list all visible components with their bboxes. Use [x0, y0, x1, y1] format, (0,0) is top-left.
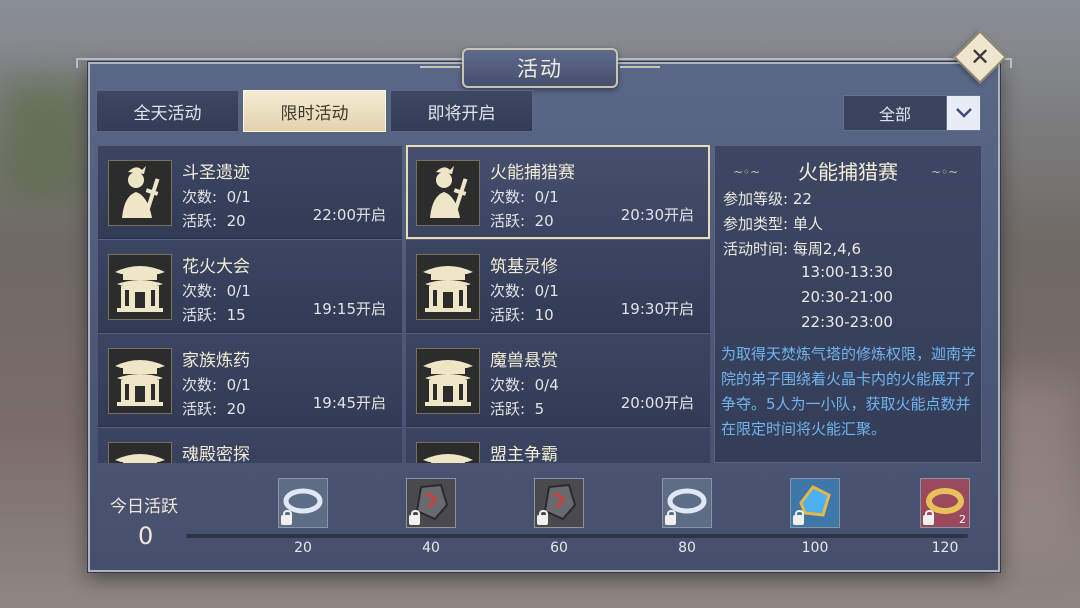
milestone-value: 20	[294, 540, 312, 556]
lock-icon	[409, 510, 420, 525]
pagoda-icon	[416, 442, 480, 463]
activity-list[interactable]: 斗圣遗迹次数: 0/1 活跃: 20 22:00开启 火能捕猎赛次数: 0/1 活跃: …	[98, 145, 710, 463]
lock-icon	[281, 510, 292, 525]
activity-points: 活跃: 20	[490, 212, 554, 230]
lock-icon	[923, 510, 934, 525]
reward-chest[interactable]	[790, 478, 840, 528]
pagoda-icon	[108, 442, 172, 463]
activity-card[interactable]: 斗圣遗迹次数: 0/1 活跃: 20 22:00开启	[98, 145, 402, 239]
milestone-value: 120	[931, 540, 959, 556]
activity-card[interactable]: 花火大会次数: 0/1 活跃: 15 19:15开启	[98, 239, 402, 333]
activity-points: 活跃: 10	[490, 306, 554, 324]
detail-time-slot: 20:30-21:00	[801, 288, 893, 306]
lock-icon	[537, 510, 548, 525]
milestone-value: 100	[801, 540, 829, 556]
title-ornament-left	[420, 66, 460, 68]
activity-count: 次数: 0/1	[490, 282, 559, 300]
activity-name: 斗圣遗迹	[182, 163, 250, 183]
reward-chest[interactable]: 2	[920, 478, 970, 528]
detail-schedule: 活动时间: 每周2,4,6	[723, 240, 862, 258]
activity-card[interactable]: 家族炼药次数: 0/1 活跃: 20 19:45开启	[98, 333, 402, 427]
activity-progress-bar	[186, 534, 968, 538]
activity-start-time: 19:45开启	[312, 394, 386, 412]
activity-name: 火能捕猎赛	[490, 163, 575, 183]
milestone-value: 60	[550, 540, 568, 556]
pagoda-icon	[108, 348, 172, 414]
activity-name: 盟主争霸	[490, 445, 558, 463]
today-activity-value: 0	[138, 522, 154, 550]
activity-start-time: 20:30开启	[620, 206, 694, 224]
pagoda-icon	[108, 254, 172, 320]
detail-time-slot: 22:30-23:00	[801, 313, 893, 331]
lock-icon	[793, 510, 804, 525]
background-foliage	[0, 80, 90, 200]
detail-type: 参加类型: 单人	[723, 215, 823, 233]
activity-count: 次数: 0/1	[182, 282, 251, 300]
activity-points: 活跃: 20	[182, 400, 246, 418]
activity-points: 活跃: 20	[182, 212, 246, 230]
activity-count: 次数: 0/1	[490, 188, 559, 206]
reward-chest[interactable]	[406, 478, 456, 528]
activity-start-time: 19:30开启	[620, 300, 694, 318]
activity-name: 魔兽悬赏	[490, 351, 558, 371]
reward-count: 2	[959, 513, 966, 526]
detail-description: 为取得天焚炼气塔的修炼权限，迦南学院的弟子围绕着火晶卡内的火能展开了争夺。5人为…	[721, 345, 977, 438]
activity-start-time: 22:00开启	[312, 206, 386, 224]
detail-level: 参加等级: 22	[723, 190, 812, 208]
reward-chest[interactable]	[278, 478, 328, 528]
lock-icon	[665, 510, 676, 525]
filter-dropdown[interactable]: 全部	[843, 95, 981, 131]
tab-limited-time[interactable]: 限时活动	[243, 90, 386, 132]
activity-card[interactable]: 火能捕猎赛次数: 0/1 活跃: 20 20:30开启	[406, 145, 710, 239]
milestone-value: 40	[422, 540, 440, 556]
daily-activity-progress: 今日活跃 0 20 40 60 80 100 2 120	[90, 470, 998, 570]
activity-start-time: 20:00开启	[620, 394, 694, 412]
activity-points: 活跃: 5	[490, 400, 545, 418]
activity-card[interactable]: 魂殿密探	[98, 427, 402, 463]
pagoda-icon	[416, 348, 480, 414]
title-ornament-right: ~◦~	[931, 165, 959, 179]
activity-start-time: 19:15开启	[312, 300, 386, 318]
tab-coming-soon[interactable]: 即将开启	[390, 90, 533, 132]
milestone-value: 80	[678, 540, 696, 556]
tab-bar: 全天活动 限时活动 即将开启	[96, 90, 533, 132]
tab-all-day[interactable]: 全天活动	[96, 90, 239, 132]
pagoda-icon	[416, 254, 480, 320]
close-icon: ✕	[969, 42, 991, 71]
activity-card[interactable]: 魔兽悬赏次数: 0/4 活跃: 5 20:00开启	[406, 333, 710, 427]
activity-name: 魂殿密探	[182, 445, 250, 463]
activity-detail: ~◦~ 火能捕猎赛 ~◦~ 参加等级: 22 参加类型: 单人 活动时间: 每周…	[714, 145, 982, 463]
reward-chest[interactable]	[534, 478, 584, 528]
activity-name: 筑基灵修	[490, 257, 558, 277]
chevron-down-icon[interactable]	[946, 96, 980, 130]
window-title-plate: 活动	[420, 48, 660, 88]
activity-points: 活跃: 15	[182, 306, 246, 324]
today-activity-label: 今日活跃	[110, 497, 178, 517]
activity-name: 花火大会	[182, 257, 250, 277]
filter-selected: 全部	[878, 105, 911, 124]
window-title: 活动	[517, 57, 563, 81]
activity-count: 次数: 0/1	[182, 188, 251, 206]
activity-card[interactable]: 盟主争霸	[406, 427, 710, 463]
activity-count: 次数: 0/1	[182, 376, 251, 394]
warrior-icon	[108, 160, 172, 226]
activity-card[interactable]: 筑基灵修次数: 0/1 活跃: 10 19:30开启	[406, 239, 710, 333]
title-ornament-right	[620, 66, 660, 68]
activity-name: 家族炼药	[182, 351, 250, 371]
activity-count: 次数: 0/4	[490, 376, 559, 394]
warrior-icon	[416, 160, 480, 226]
reward-chest[interactable]	[662, 478, 712, 528]
detail-time-slot: 13:00-13:30	[801, 263, 893, 281]
